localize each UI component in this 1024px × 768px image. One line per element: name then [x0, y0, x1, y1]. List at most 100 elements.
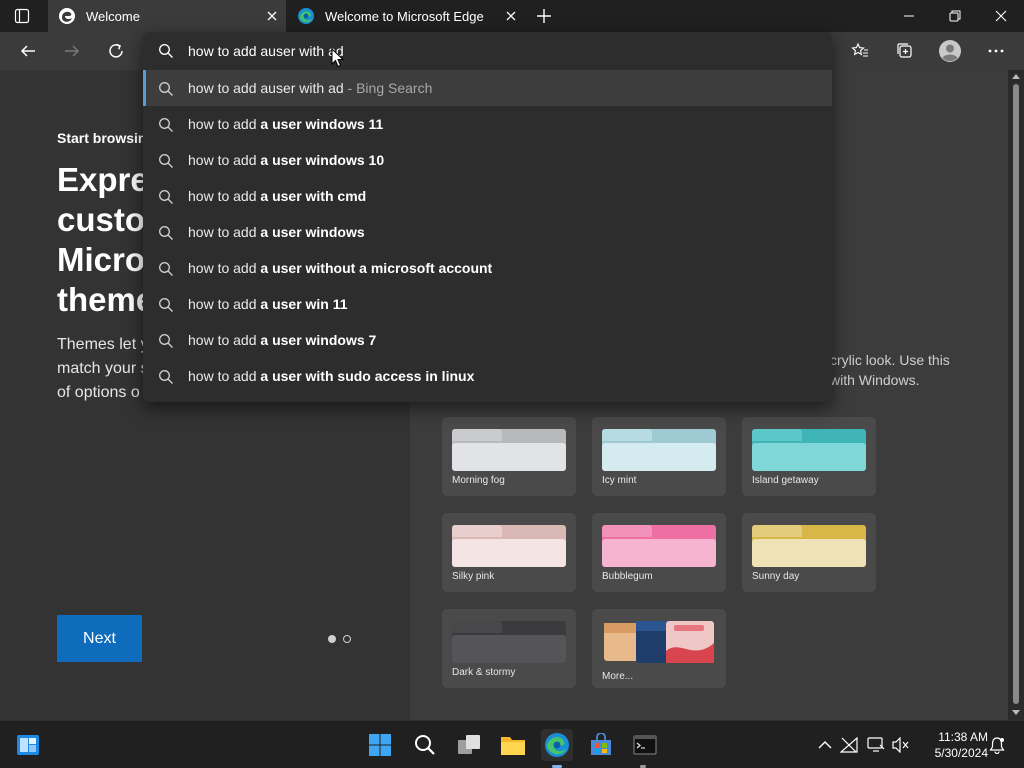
windows-taskbar: 11:38 AM 5/30/2024	[0, 720, 1024, 768]
suggestion-item[interactable]: how to add a user windows	[143, 214, 832, 250]
suggestion-completion: a user with cmd	[260, 188, 367, 204]
suggestion-item[interactable]: how to add a user without a microsoft ac…	[143, 250, 832, 286]
suggestion-prefix: how to add	[188, 224, 261, 240]
tab-actions-icon[interactable]	[14, 8, 30, 24]
suggestion-completion: a user windows	[260, 224, 365, 240]
suggestion-prefix: how to add	[188, 368, 261, 384]
search-icon	[158, 117, 174, 133]
more-dots-icon	[988, 49, 1004, 53]
search-icon	[158, 225, 174, 241]
suggestion-completion: a user with sudo access in linux	[260, 368, 475, 384]
suggestion-completion: a user win 11	[260, 296, 348, 312]
theme-card-island-getaway[interactable]: Island getaway	[742, 417, 876, 496]
suggestion-item[interactable]: how to add a user windows 11	[143, 106, 832, 142]
close-tab-icon[interactable]	[264, 8, 280, 24]
address-bar[interactable]	[143, 32, 832, 70]
theme-card-silky-pink[interactable]: Silky pink	[442, 513, 576, 592]
suggestion-text: how to add a user with cmd	[188, 188, 366, 204]
page-scrollbar[interactable]	[1008, 70, 1024, 720]
page-indicator-dot[interactable]	[343, 635, 351, 643]
store-icon[interactable]	[585, 729, 617, 761]
tab-welcome-to-edge[interactable]: Welcome to Microsoft Edge	[287, 0, 525, 32]
search-icon	[158, 43, 174, 59]
show-hidden-icons-chevron-icon[interactable]	[815, 735, 835, 755]
search-icon	[158, 153, 174, 169]
terminal-icon[interactable]	[629, 729, 661, 761]
volume-muted-icon[interactable]	[891, 735, 911, 755]
display-icon[interactable]	[866, 735, 886, 755]
scroll-thumb[interactable]	[1013, 84, 1019, 704]
theme-card-more[interactable]: More...	[592, 609, 726, 688]
file-explorer-icon[interactable]	[497, 729, 529, 761]
suggestion-prefix: how to add	[188, 296, 261, 312]
suggestion-prefix: how to add	[188, 116, 261, 132]
tab-label: Welcome	[86, 8, 140, 24]
theme-card-bubblegum[interactable]: Bubblegum	[592, 513, 726, 592]
tab-welcome[interactable]: Welcome	[48, 0, 286, 32]
suggestion-prefix: how to add	[188, 260, 261, 276]
theme-card-sunny-day[interactable]: Sunny day	[742, 513, 876, 592]
theme-name: Sunny day	[752, 571, 800, 582]
suggestion-item[interactable]: how to add a user with cmd	[143, 178, 832, 214]
new-tab-button[interactable]	[534, 6, 554, 26]
collections-icon	[897, 43, 912, 58]
mouse-cursor-icon	[331, 48, 345, 68]
suggestion-text: how to add a user windows 10	[188, 152, 384, 168]
favorites-star-icon	[851, 42, 868, 57]
suggestion-item[interactable]: how to add a user windows 10	[143, 142, 832, 178]
suggestion-completion: a user without a microsoft account	[260, 260, 493, 276]
suggestion-item[interactable]: how to add a user windows 7	[143, 322, 832, 358]
task-view-icon[interactable]	[453, 729, 485, 761]
favorites-button[interactable]	[845, 36, 875, 66]
clock-date[interactable]: 5/30/2024	[922, 746, 988, 760]
page-indicator-dot-active[interactable]	[328, 635, 336, 643]
minimize-button[interactable]	[886, 0, 932, 32]
suggestion-text: how to add a user windows 7	[188, 332, 376, 348]
notification-bell-icon[interactable]	[987, 735, 1007, 755]
suggestion-text: how to add a user win 11	[188, 296, 348, 312]
suggestion-completion: a user windows 7	[260, 332, 377, 348]
network-disconnected-icon[interactable]	[839, 735, 859, 755]
refresh-button[interactable]	[101, 36, 131, 66]
close-icon	[995, 10, 1007, 22]
edge-welcome-icon	[58, 7, 76, 25]
profile-button[interactable]	[935, 36, 965, 66]
theme-card-morning-fog[interactable]: Morning fog	[442, 417, 576, 496]
clock-time[interactable]: 11:38 AM	[922, 730, 988, 744]
body-text-line: match your s	[57, 360, 149, 377]
more-themes-collage-icon	[604, 621, 714, 663]
collections-button[interactable]	[890, 36, 920, 66]
folder-icon	[602, 525, 716, 567]
forward-arrow-icon	[65, 45, 80, 57]
theme-card-dark-stormy[interactable]: Dark & stormy	[442, 609, 576, 688]
suggestion-item[interactable]: how to add a user win 11	[143, 286, 832, 322]
back-arrow-icon	[20, 45, 35, 57]
edge-taskbar-icon[interactable]	[541, 729, 573, 761]
suggestion-prefix: how to add	[188, 188, 261, 204]
scroll-up-icon[interactable]	[1012, 73, 1020, 79]
settings-more-button[interactable]	[981, 36, 1011, 66]
close-window-button[interactable]	[978, 0, 1024, 32]
widgets-icon[interactable]	[12, 729, 44, 761]
edge-logo-icon	[297, 7, 315, 25]
taskbar-search-icon[interactable]	[409, 729, 441, 761]
theme-name: Island getaway	[752, 475, 819, 486]
start-menu-icon[interactable]	[364, 729, 396, 761]
suggestion-prefix: how to add	[188, 332, 261, 348]
suggestion-prefix: how to add	[188, 152, 261, 168]
theme-card-icy-mint[interactable]: Icy mint	[592, 417, 726, 496]
search-icon	[158, 369, 174, 385]
suggestion-item[interactable]: how to add a user with sudo access in li…	[143, 358, 832, 394]
next-button[interactable]: Next	[57, 615, 142, 662]
scroll-down-icon[interactable]	[1012, 710, 1020, 716]
back-button[interactable]	[13, 36, 43, 66]
forward-button[interactable]	[57, 36, 87, 66]
theme-description-line: with Windows.	[830, 372, 920, 388]
restore-button[interactable]	[932, 0, 978, 32]
address-input[interactable]	[188, 41, 808, 61]
suggestion-source: - Bing Search	[343, 80, 433, 96]
close-tab-icon[interactable]	[503, 8, 519, 24]
suggestion-item[interactable]: how to add auser with ad - Bing Search	[143, 70, 832, 106]
search-icon	[158, 81, 174, 97]
theme-name: Bubblegum	[602, 571, 653, 582]
